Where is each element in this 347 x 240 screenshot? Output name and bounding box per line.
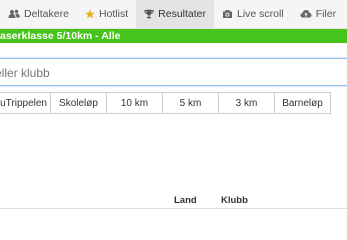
- nav-live-scroll[interactable]: Live scroll: [214, 0, 292, 28]
- search-box[interactable]: [0, 58, 347, 87]
- nav-deltakere[interactable]: Deltakere: [0, 0, 77, 28]
- tab-barnelop[interactable]: Barneløp: [274, 92, 331, 114]
- nav-filer[interactable]: Filer: [292, 0, 344, 28]
- search-input[interactable]: [0, 59, 347, 87]
- star-icon: [85, 9, 95, 19]
- tab-skolelop[interactable]: Skoleløp: [50, 92, 107, 114]
- tab-3km[interactable]: 3 km: [218, 92, 275, 114]
- users-icon: [8, 9, 20, 19]
- nav-resultater[interactable]: Resultater: [136, 0, 214, 28]
- top-nav: Deltakere Hotlist Resultater Live scroll…: [0, 0, 347, 29]
- nav-deltakere-label: Deltakere: [24, 8, 69, 20]
- class-header: aserklasse 5/10km - Alle: [0, 29, 347, 43]
- nav-live-scroll-label: Live scroll: [237, 8, 284, 20]
- nav-filer-label: Filer: [315, 8, 337, 20]
- tab-5km[interactable]: 5 km: [162, 92, 219, 114]
- table-header-divider: [0, 208, 347, 209]
- nav-resultater-label: Resultater: [158, 8, 206, 20]
- camera-icon: [222, 9, 233, 19]
- trophy-icon: [144, 9, 154, 19]
- tab-putrippelen[interactable]: puTrippelen: [0, 92, 51, 114]
- results-table-header: Land Klubb: [0, 193, 347, 207]
- class-tabs: puTrippelen Skoleløp 10 km 5 km 3 km Bar…: [0, 92, 331, 114]
- tab-10km[interactable]: 10 km: [106, 92, 163, 114]
- cloud-upload-icon: [300, 9, 312, 19]
- nav-hotlist-label: Hotlist: [98, 8, 129, 20]
- column-header-land[interactable]: Land: [174, 195, 197, 206]
- column-header-klubb[interactable]: Klubb: [221, 195, 248, 206]
- nav-hotlist[interactable]: Hotlist: [77, 0, 136, 28]
